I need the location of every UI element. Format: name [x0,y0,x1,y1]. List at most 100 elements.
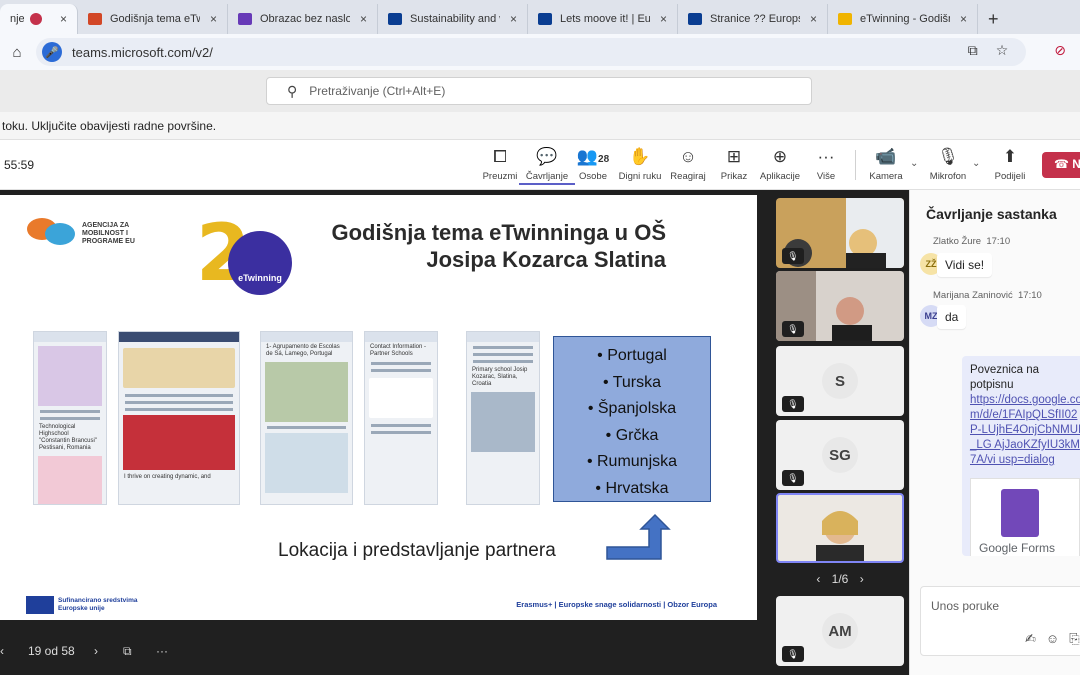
slide-grid-icon[interactable]: ⧉ [123,644,132,659]
message-meta: Marijana Zaninović 17:10 [933,290,1042,301]
partner-screenshot: Primary school Josip Kozarac, Slatina, C… [466,331,540,505]
tab-label: nje | Godi [10,13,24,25]
camera-button[interactable]: 📹 Kamera [858,146,914,182]
meeting-stage: AGENCIJA ZA MOBILNOST I PROGRAME EU 2 eT… [0,190,909,675]
close-tab-icon[interactable]: × [60,12,67,26]
eu-programs-text: Erasmus+ | Europske snage solidarnosti |… [516,600,717,609]
site-info-icon[interactable]: 🎤 [42,42,62,62]
mic-muted-icon: 🎙 [782,396,804,412]
search-placeholder: Pretraživanje (Ctrl+Alt+E) [309,84,446,98]
format-icon[interactable]: ✍ [1025,631,1046,646]
etwinning-logo: eTwinning [228,231,292,295]
participant-video-tile-active-speaker[interactable] [776,493,904,563]
participant-avatar-tile[interactable]: AM 🎙 [776,596,904,666]
close-tab-icon[interactable]: × [960,12,967,26]
tab-favicon-icon [88,13,102,25]
browser-tab[interactable]: nje | Godi × [0,4,78,34]
message-compose-box[interactable]: Unos poruke ✍☺⎘ [920,586,1080,656]
tab-label: Sustainability and wa [410,13,500,25]
browser-tab[interactable]: eTwinning - Godišnja × [828,4,978,34]
avatar: AM [822,613,858,649]
mic-muted-icon: 🎙 [782,321,804,337]
ellipsis-icon: ··· [817,147,835,166]
tab-label: Obrazac bez naslova [260,13,350,25]
partner-screenshot: Technological Highschool "Constantin Bra… [33,331,107,505]
tab-label: eTwinning - Godišnja [860,13,950,25]
install-app-icon[interactable]: ⧉ [968,42,978,59]
mic-muted-icon: 🎙 [782,646,804,662]
country-item: Hrvatska [554,476,710,503]
home-icon[interactable]: ⌂ [0,44,34,61]
chat-title: Čavrljanje sastanka [926,206,1057,222]
browser-tab[interactable]: Lets moove it! | Europ × [528,4,678,34]
mic-muted-icon: 🎙 [782,248,804,264]
search-input[interactable]: ⚲ Pretraživanje (Ctrl+Alt+E) [266,77,812,105]
participant-avatar-tile[interactable]: S 🎙 [776,346,904,416]
participant-video-tile[interactable]: 🎙 [776,198,904,268]
browser-tab[interactable]: Stranice ?? Europska × [678,4,828,34]
form-link[interactable]: https://docs.google.com/d/e/1FAIpQLSfII0… [970,393,1080,468]
compose-placeholder: Unos poruke [931,599,1000,613]
close-tab-icon[interactable]: × [510,12,517,26]
leave-button[interactable]: ☎ N [1042,152,1080,178]
agency-name: AGENCIJA ZA MOBILNOST I PROGRAME EU [82,222,135,246]
eu-funding-line: Sufinancirano sredstvima [58,597,138,604]
agency-line: MOBILNOST I [82,230,128,237]
tab-favicon-icon [238,13,252,25]
more-button[interactable]: ··· Više [798,146,854,182]
slide-controls: ‹ 19 od 58 › ⧉ ··· [0,638,757,668]
message-author: Marijana Zaninović [933,290,1013,301]
avatar: SG [822,437,858,473]
browser-tab[interactable]: Obrazac bez naslova × [228,4,378,34]
previous-slide-icon[interactable]: ‹ [0,644,4,658]
camera-options-chevron-icon[interactable]: ⌄ [910,158,918,169]
search-icon: ⚲ [287,82,298,99]
blocked-icon[interactable]: ⊘ [1054,42,1066,59]
partner-countries-list: PortugalTurskaŠpanjolskaGrčkaRumunjskaHr… [553,336,711,502]
address-bar-actions: ⧉ ☆ ⊘ [968,42,1066,59]
close-tab-icon[interactable]: × [360,12,367,26]
screenshot-text: Primary school Josip Kozarac, Slatina, C… [472,367,528,387]
bookmark-star-icon[interactable]: ☆ [996,42,1009,59]
agency-line: AGENCIJA ZA [82,222,130,229]
message-author: Zlatko Žure [933,236,982,247]
tab-label: Godišnja tema eTwin [110,13,200,25]
tab-favicon-icon [388,13,402,25]
share-button[interactable]: ⬆ Podijeli [982,146,1038,182]
screenshot-text: Contact Information - Partner Schools [370,344,427,357]
country-item: Španjolska [554,396,710,423]
close-tab-icon[interactable]: × [660,12,667,26]
mic-muted-icon: 🎙 [782,470,804,486]
pager-next-icon[interactable]: › [860,572,864,586]
participant-video [778,495,902,561]
url-text: teams.microsoft.com/v2/ [72,44,213,60]
next-slide-icon[interactable]: › [94,644,98,658]
country-item: Turska [554,370,710,397]
microphone-button[interactable]: 🎙 Mikrofon [920,146,976,182]
browser-tab[interactable]: Sustainability and wa × [378,4,528,34]
participant-avatar-tile[interactable]: SG 🎙 [776,420,904,490]
mic-off-icon: 🎙 [937,147,959,166]
pager-previous-icon[interactable]: ‹ [816,572,820,586]
camera-label: Kamera [869,171,903,182]
url-field[interactable]: 🎤 teams.microsoft.com/v2/ [36,38,1026,66]
new-tab-button[interactable]: + [978,4,1009,34]
close-tab-icon[interactable]: × [210,12,217,26]
partner-screenshot: I thrive on creating dynamic, and [118,331,240,505]
slide-counter: 19 od 58 [28,644,75,658]
tab-label: Lets moove it! | Europ [560,13,650,25]
attach-icon[interactable]: ⎘ [1069,631,1080,646]
meeting-timer: 55:59 [4,158,35,172]
eu-funding-text: Sufinancirano sredstvima Europske unije [58,597,137,613]
close-tab-icon[interactable]: × [810,12,817,26]
own-message-text: Poveznica na potpisnu [970,364,1040,391]
google-forms-card[interactable]: Google Forms [970,478,1080,556]
slide-more-icon[interactable]: ··· [156,644,168,658]
participant-video-tile[interactable]: 🎙 [776,271,904,341]
browser-tab[interactable]: Godišnja tema eTwin × [78,4,228,34]
emoji-icon[interactable]: ☺ [1046,631,1069,646]
phone-icon: ☎ [1054,157,1069,171]
mic-options-chevron-icon[interactable]: ⌄ [972,158,980,169]
arrow-icon [606,513,671,560]
screenshot-text: 1- Agrupamento de Escolas de Sá, Lamego,… [266,344,340,357]
